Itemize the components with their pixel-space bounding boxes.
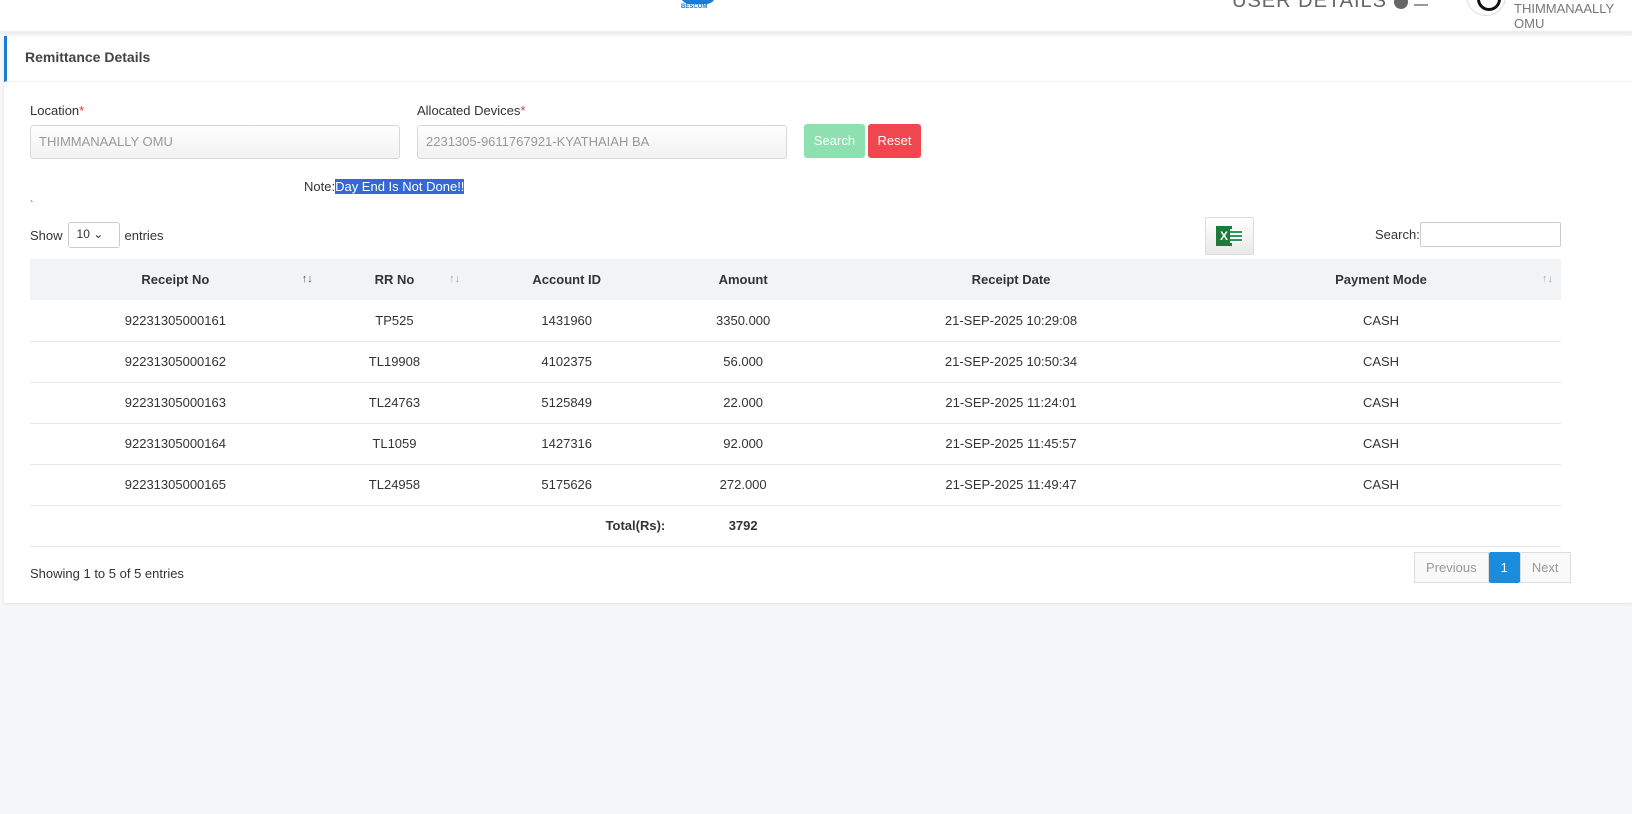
table-cell: CASH bbox=[1201, 423, 1561, 465]
entries-select[interactable]: 10 ⌄ bbox=[67, 222, 120, 248]
table-cell: 1427316 bbox=[468, 423, 666, 465]
user-details-menu[interactable]: USER DETAILS bbox=[1232, 0, 1408, 13]
table-cell: 22.000 bbox=[665, 382, 822, 424]
devices-label: Allocated Devices* bbox=[417, 103, 526, 118]
table-cell: TL24958 bbox=[320, 464, 469, 506]
table-cell: 272.000 bbox=[665, 464, 822, 506]
table-search-label: Search: bbox=[1375, 227, 1420, 242]
excel-export-button[interactable]: X bbox=[1205, 217, 1254, 255]
table-cell: 21-SEP-2025 11:24:01 bbox=[821, 382, 1201, 424]
table-cell: 1431960 bbox=[468, 300, 666, 342]
page-1-button[interactable]: 1 bbox=[1488, 552, 1520, 583]
location-label: Location* bbox=[30, 103, 85, 118]
table-row: 92231305000162 TL19908 4102375 56.000 21-SEP… bbox=[30, 341, 1561, 383]
col-rr-no[interactable]: RR No ↑↓ bbox=[320, 259, 469, 300]
table-cell: CASH bbox=[1201, 341, 1561, 383]
table-cell: 5125849 bbox=[468, 382, 666, 424]
reset-button[interactable]: Reset bbox=[868, 124, 921, 158]
table-cell: 21-SEP-2025 11:45:57 bbox=[821, 423, 1201, 465]
table-cell: CASH bbox=[1201, 300, 1561, 342]
table-cell: CASH bbox=[1201, 382, 1561, 424]
stray-char: ` bbox=[30, 200, 34, 211]
info-icon bbox=[1393, 0, 1408, 9]
top-bar: BESCOM USER DETAILS THIMMANAALLY OMU bbox=[0, 0, 1632, 34]
table-cell: 4102375 bbox=[468, 341, 666, 383]
table-cell: TL1059 bbox=[320, 423, 469, 465]
table-cell: 92.000 bbox=[665, 423, 822, 465]
table-cell: 5175626 bbox=[468, 464, 666, 506]
next-button[interactable]: Next bbox=[1519, 552, 1571, 583]
table-cell: 92231305000161 bbox=[30, 300, 321, 342]
table-cell: 3350.000 bbox=[665, 300, 822, 342]
total-row: Total(Rs): 3792 bbox=[30, 505, 1561, 547]
table-row: 92231305000163 TL24763 5125849 22.000 21-SEP… bbox=[30, 382, 1561, 424]
table-cell: CASH bbox=[1201, 464, 1561, 506]
day-end-note: Note:Day End Is Not Done!! bbox=[304, 179, 465, 194]
page-title: Remittance Details bbox=[4, 36, 1632, 82]
table-row: 92231305000165 TL24958 5175626 272.000 21-SE… bbox=[30, 464, 1561, 506]
table-info: Showing 1 to 5 of 5 entries bbox=[30, 566, 184, 581]
allocated-devices-field[interactable]: 2231305-9611767921-KYATHAIAH BA bbox=[417, 125, 787, 159]
table-cell: 21-SEP-2025 10:29:08 bbox=[821, 300, 1201, 342]
remittance-table: Receipt No ↑↓ RR No ↑↓ Account ID Amount R… bbox=[30, 259, 1561, 547]
search-button[interactable]: Search bbox=[804, 124, 865, 158]
table-cell: TL19908 bbox=[320, 341, 469, 383]
table-cell: 21-SEP-2025 11:49:47 bbox=[821, 464, 1201, 506]
col-receipt-no[interactable]: Receipt No ↑↓ bbox=[30, 259, 321, 300]
table-cell: 56.000 bbox=[665, 341, 822, 383]
table-cell: 92231305000164 bbox=[30, 423, 321, 465]
col-payment-mode[interactable]: Payment Mode ↑↓ bbox=[1201, 259, 1561, 300]
location-field[interactable]: THIMMANAALLY OMU bbox=[30, 125, 400, 159]
table-cell: 92231305000162 bbox=[30, 341, 321, 383]
col-receipt-date[interactable]: Receipt Date bbox=[821, 259, 1201, 300]
col-account-id[interactable]: Account ID bbox=[468, 259, 666, 300]
notification-icon[interactable] bbox=[1414, 0, 1428, 6]
table-row: 92231305000161 TP525 1431960 3350.000 21-SEP… bbox=[30, 300, 1561, 342]
table-cell: 92231305000163 bbox=[30, 382, 321, 424]
table-cell: TP525 bbox=[320, 300, 469, 342]
pagination: Previous 1 Next bbox=[1414, 552, 1571, 583]
table-cell: 21-SEP-2025 10:50:34 bbox=[821, 341, 1201, 383]
bescom-logo: BESCOM bbox=[680, 0, 718, 18]
col-amount[interactable]: Amount bbox=[665, 259, 822, 300]
entries-control: Show 10 ⌄ entries bbox=[30, 222, 164, 248]
previous-button[interactable]: Previous bbox=[1414, 552, 1489, 583]
table-cell: TL24763 bbox=[320, 382, 469, 424]
avatar[interactable] bbox=[1466, 0, 1506, 16]
table-cell: 92231305000165 bbox=[30, 464, 321, 506]
remittance-card: Remittance Details Location* THIMMANAALL… bbox=[4, 36, 1632, 603]
user-name: THIMMANAALLY OMU bbox=[1514, 1, 1614, 31]
table-search-input[interactable] bbox=[1420, 222, 1561, 247]
table-row: 92231305000164 TL1059 1427316 92.000 21-SEP-… bbox=[30, 423, 1561, 465]
